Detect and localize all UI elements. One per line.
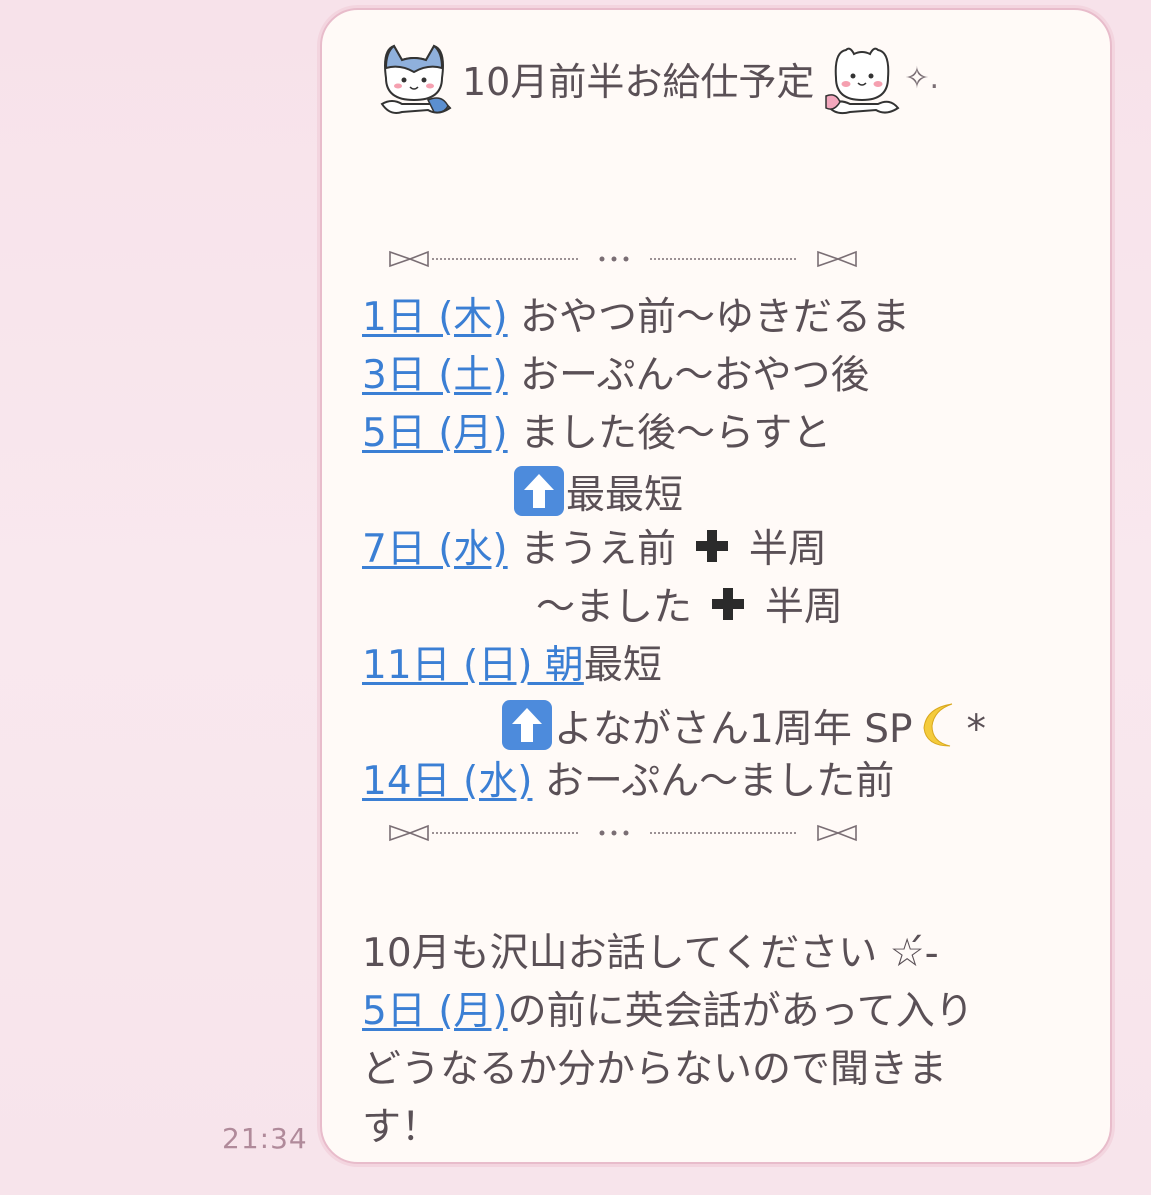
schedule-line-1: 1日 (木) おやつ前〜ゆきだるま (362, 292, 910, 344)
schedule-text: 最短 (583, 643, 662, 688)
schedule-line-4: 最最短 (514, 466, 683, 522)
schedule-line-5: 7日 (水) まうえ前 半周 (362, 524, 827, 576)
date-link[interactable]: 14日 (水) (362, 759, 532, 804)
closing-line-2: 5日 (月)の前に英会話があって入り (362, 986, 974, 1038)
date-link[interactable]: 5日 (月) (362, 989, 508, 1034)
schedule-text: まうえ前 (507, 527, 677, 572)
schedule-line-8: よながさん1周年 SP * (502, 698, 986, 756)
chiikawa-mascot-icon (825, 47, 900, 115)
schedule-text: おーぷん〜おやつ後 (507, 353, 870, 398)
schedule-text: よながさん1周年 SP (554, 707, 913, 752)
crescent-moon-icon (923, 703, 953, 747)
date-link[interactable]: 7日 (水) (362, 527, 508, 572)
message-title-row: 10月前半お給仕予定 ✧. (372, 38, 939, 118)
schedule-line-7: 11日 (日) 朝最短 (362, 640, 662, 692)
schedule-text: 半周 (752, 585, 843, 630)
hachiware-mascot-icon (380, 44, 452, 114)
schedule-text: ました後〜らすと (507, 411, 832, 456)
date-link[interactable]: 5日 (月) (362, 411, 508, 456)
ribbon-divider-top (389, 250, 857, 268)
schedule-text: 半周 (736, 527, 827, 572)
message-bubble[interactable]: 10月前半お給仕予定 ✧. 1日 (木) おやつ前〜ゆきだるま 3日 (土) お… (320, 8, 1112, 1164)
schedule-line-3: 5日 (月) ました後〜らすと (362, 408, 831, 460)
date-link[interactable]: 1日 (木) (362, 295, 508, 340)
closing-text: の前に英会話があって入り (507, 989, 974, 1034)
plus-icon (712, 588, 745, 620)
title-sparkle: ✧. (904, 60, 940, 96)
moon-suffix: * (966, 707, 986, 752)
schedule-line-9: 14日 (水) おーぷん〜ました前 (362, 756, 894, 808)
up-arrow-icon (502, 700, 552, 750)
closing-line-4: す！ (362, 1105, 441, 1150)
closing-line-3: どうなるか分からないので聞きま (362, 1047, 948, 1092)
schedule-text: おやつ前〜ゆきだるま (507, 295, 911, 340)
message-timestamp: 21:34 (222, 1122, 308, 1155)
schedule-line-6: 〜ました 半周 (536, 582, 843, 634)
schedule-text: 〜ました (536, 585, 693, 630)
date-link[interactable]: 3日 (土) (362, 353, 508, 398)
plus-icon (696, 530, 729, 562)
schedule-text: 最最短 (566, 473, 684, 518)
schedule-line-2: 3日 (土) おーぷん〜おやつ後 (362, 350, 870, 402)
schedule-text: おーぷん〜ました前 (532, 759, 895, 804)
date-link[interactable]: 11日 (日) 朝 (362, 643, 584, 688)
ribbon-divider-bottom (389, 824, 857, 842)
message-title: 10月前半お給仕予定 (462, 59, 815, 104)
up-arrow-icon (514, 466, 564, 516)
closing-line-1: 10月も沢山お話してください ☆́- (362, 931, 939, 976)
